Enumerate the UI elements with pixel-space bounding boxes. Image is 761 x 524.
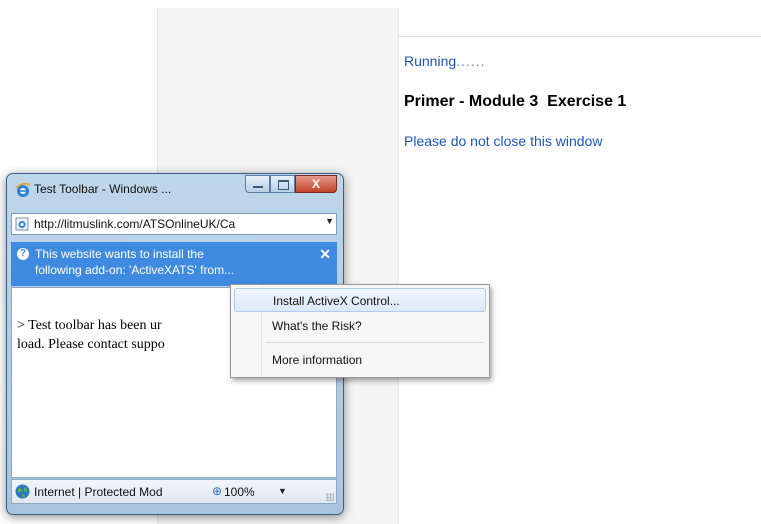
menu-item-label: More information	[272, 353, 363, 367]
menu-item-whats-the-risk[interactable]: What's the Risk?	[234, 314, 486, 338]
security-zone[interactable]: Internet | Protected Mod	[34, 485, 163, 499]
close-icon: X	[311, 177, 320, 191]
close-warning: Please do not close this window	[404, 133, 603, 149]
close-button[interactable]: X	[295, 175, 337, 193]
running-status: Running......	[404, 53, 486, 69]
menu-item-label: What's the Risk?	[272, 319, 362, 333]
running-label: Running	[404, 53, 457, 69]
address-bar[interactable]: http://litmuslink.com/ATSOnlineUK/Ca ▼	[11, 213, 337, 235]
context-menu: Install ActiveX Control... What's the Ri…	[230, 284, 490, 378]
zoom-level[interactable]: 100%	[224, 485, 255, 499]
information-bar[interactable]: ? This website wants to install the foll…	[11, 242, 337, 286]
minimize-icon	[253, 186, 263, 188]
infobar-text-line1: This website wants to install the	[35, 247, 204, 261]
status-bar: Internet | Protected Mod ⊕ 100% ▼	[11, 479, 337, 504]
resize-grip[interactable]	[326, 493, 334, 501]
zoom-icon[interactable]: ⊕	[212, 484, 222, 498]
window-title: Test Toolbar - Windows ...	[34, 182, 172, 196]
running-dots: ......	[456, 53, 486, 69]
main-divider	[398, 36, 761, 37]
zoom-chevron-down-icon[interactable]: ▼	[278, 486, 287, 496]
main-panel	[398, 8, 761, 524]
menu-item-install-activex[interactable]: Install ActiveX Control...	[234, 288, 486, 312]
menu-item-more-information[interactable]: More information	[234, 348, 486, 372]
maximize-icon	[278, 180, 289, 190]
window-controls: X	[245, 175, 337, 194]
address-text[interactable]: http://litmuslink.com/ATSOnlineUK/Ca	[34, 217, 319, 231]
page-top-strip	[157, 0, 761, 8]
ie-icon	[15, 182, 31, 197]
maximize-button[interactable]	[270, 175, 295, 193]
minimize-button[interactable]	[245, 175, 270, 193]
page-icon	[15, 217, 29, 231]
chevron-down-icon[interactable]: ▼	[325, 216, 334, 226]
globe-icon	[15, 484, 30, 499]
menu-item-label: Install ActiveX Control...	[273, 294, 400, 308]
page-title: Primer - Module 3 Exercise 1	[404, 93, 627, 110]
infobar-text-line2: following add-on: 'ActiveXATS' from...	[35, 263, 235, 277]
infobar-close-icon[interactable]: ✕	[319, 246, 331, 263]
title-bar[interactable]: Test Toolbar - Windows ... X	[7, 174, 343, 204]
menu-separator	[266, 342, 484, 343]
info-icon: ?	[17, 248, 29, 260]
